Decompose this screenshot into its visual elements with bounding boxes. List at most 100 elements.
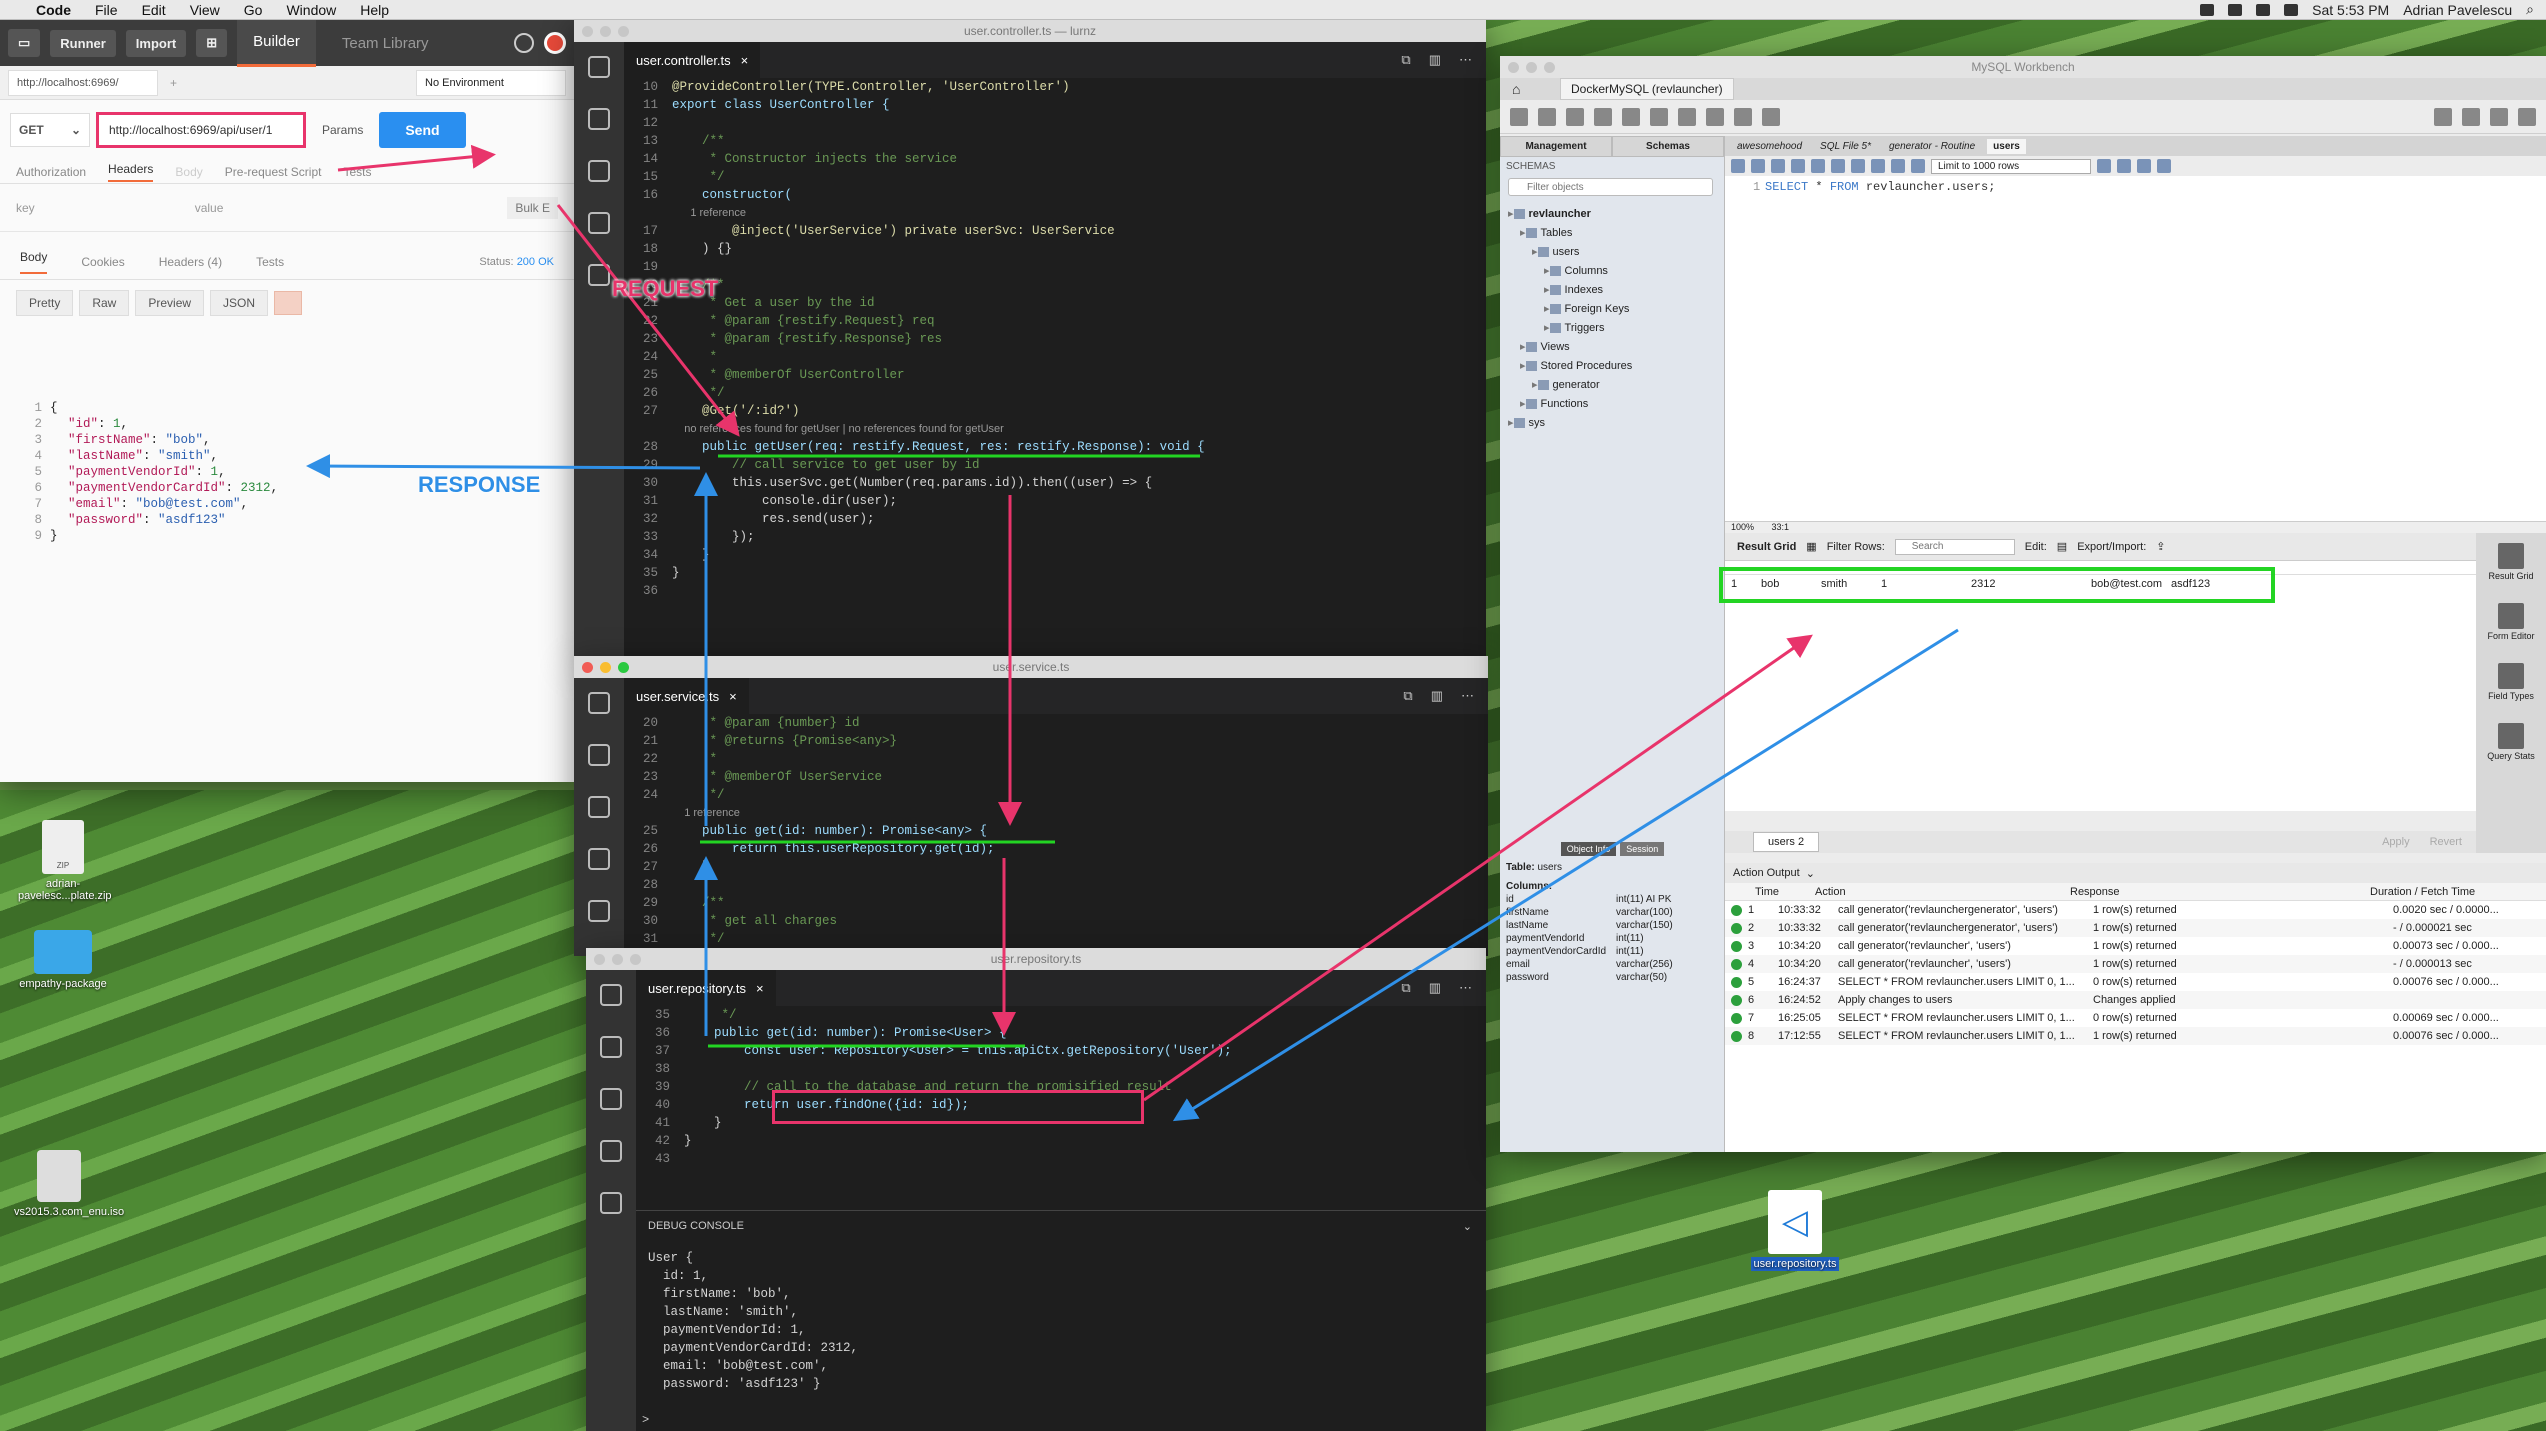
zoom-icon[interactable] xyxy=(1544,62,1555,73)
code-editor[interactable]: 10 @ProvideController(TYPE.Controller, 'U… xyxy=(624,78,1486,660)
debug-icon[interactable] xyxy=(588,848,610,870)
menu-view[interactable]: View xyxy=(178,2,232,18)
tab-body[interactable]: Body xyxy=(175,165,202,179)
table-search-icon[interactable] xyxy=(1734,107,1752,126)
minimize-icon[interactable] xyxy=(612,954,623,965)
chevron-down-icon[interactable]: ⌄ xyxy=(1806,867,1815,880)
zoom-icon[interactable] xyxy=(618,662,629,673)
search-icon[interactable]: ⌕ xyxy=(2526,1,2534,18)
desktop-icon-iso[interactable]: vs2015.3.com_enu.iso xyxy=(14,1150,124,1218)
stop-icon[interactable] xyxy=(1831,159,1845,173)
desktop-icon-folder[interactable]: empathy-package xyxy=(18,930,108,990)
zoom-icon[interactable] xyxy=(618,26,629,37)
tree-item[interactable]: ▸ Indexes xyxy=(1508,280,1716,299)
result-grid[interactable]: 1 bob smith 1 2312 bob@test.com asdf123 xyxy=(1719,561,2476,811)
toggle-error-icon[interactable] xyxy=(1851,159,1865,173)
status-icon[interactable] xyxy=(2256,3,2271,16)
code-editor[interactable]: 35 */36 public get(id: number): Promise<… xyxy=(636,1006,1486,1171)
revert-button[interactable]: Revert xyxy=(2430,836,2462,848)
tab-pre-request-script[interactable]: Pre-request Script xyxy=(225,165,322,179)
add-tab-icon[interactable]: + xyxy=(158,76,189,90)
tab-response-body[interactable]: Body xyxy=(20,250,48,274)
toggle-secondary-icon[interactable] xyxy=(2518,107,2536,126)
tab-cookies[interactable]: Cookies xyxy=(81,255,124,269)
preview-button[interactable]: Preview xyxy=(135,290,205,316)
search-icon[interactable] xyxy=(588,108,610,130)
output-row[interactable]: 3 10:34:20 call generator('revlauncher', '… xyxy=(1725,937,2546,955)
limit-select[interactable]: Limit to 1000 rows xyxy=(1931,158,2091,174)
tree-item[interactable]: ▸ Triggers xyxy=(1508,318,1716,337)
close-icon[interactable]: × xyxy=(729,689,737,704)
git-icon[interactable] xyxy=(588,160,610,182)
raw-button[interactable]: Raw xyxy=(79,290,130,316)
commit-icon[interactable] xyxy=(1871,159,1885,173)
filter-objects-input[interactable] xyxy=(1508,178,1713,196)
zoom-level[interactable]: 100% xyxy=(1731,522,1754,532)
tab-tests[interactable]: Tests xyxy=(343,165,371,179)
tree-item[interactable]: ▸ Tables xyxy=(1508,223,1716,242)
tree-item[interactable]: ▸ Views xyxy=(1508,337,1716,356)
find-icon[interactable] xyxy=(2117,159,2131,173)
tree-item[interactable]: ▸ revlauncher xyxy=(1508,204,1716,223)
code-editor[interactable]: 20 * @param {number} id 21 * @returns {Pr… xyxy=(624,714,1488,956)
beautify-icon[interactable] xyxy=(2097,159,2111,173)
interceptor-icon[interactable] xyxy=(544,32,566,54)
close-icon[interactable]: × xyxy=(756,981,764,996)
action-output-label[interactable]: Action Output xyxy=(1733,867,1800,879)
side-button[interactable]: Result Grid xyxy=(2488,543,2534,581)
schema-tree[interactable]: ▸ revlauncher ▸ Tables ▸ users ▸ Columns ▸ I… xyxy=(1500,198,1724,438)
more-icon[interactable]: ⋯ xyxy=(1459,980,1472,996)
filter-rows-input[interactable] xyxy=(1894,538,2015,555)
console-prompt[interactable]: > xyxy=(642,1413,649,1427)
save-icon[interactable] xyxy=(1751,159,1765,173)
reconnect-icon[interactable] xyxy=(1762,107,1780,126)
toggle-output-icon[interactable] xyxy=(2490,107,2508,126)
tree-item[interactable]: ▸ sys xyxy=(1508,413,1716,432)
output-row[interactable]: 5 16:24:37 SELECT * FROM revlauncher.users… xyxy=(1725,973,2546,991)
explain-icon[interactable] xyxy=(1811,159,1825,173)
close-icon[interactable] xyxy=(582,662,593,673)
rollback-icon[interactable] xyxy=(1891,159,1905,173)
url-input[interactable]: http://localhost:6969/api/user/1 xyxy=(96,112,306,148)
tab-authorization[interactable]: Authorization xyxy=(16,165,86,179)
output-row[interactable]: 4 10:34:20 call generator('revlauncher', '… xyxy=(1725,955,2546,973)
pretty-button[interactable]: Pretty xyxy=(16,290,74,316)
close-icon[interactable] xyxy=(594,954,605,965)
open-sql-icon[interactable] xyxy=(1538,107,1556,126)
minimize-icon[interactable] xyxy=(1526,62,1537,73)
open-changes-icon[interactable]: ⧉ xyxy=(1401,980,1410,996)
debug-icon[interactable] xyxy=(600,1140,622,1162)
send-button[interactable]: Send xyxy=(379,112,466,148)
edit-row-icon[interactable]: ▤ xyxy=(2057,540,2067,553)
tree-item[interactable]: ▸ Functions xyxy=(1508,394,1716,413)
wrap-icon[interactable] xyxy=(274,291,303,315)
desktop-icon-ts[interactable]: ◁ user.repository.ts xyxy=(1740,1190,1850,1271)
user-name[interactable]: Adrian Pavelescu xyxy=(2403,2,2512,18)
tab-management[interactable]: Management xyxy=(1500,136,1612,157)
output-row[interactable]: 7 16:25:05 SELECT * FROM revlauncher.users… xyxy=(1725,1009,2546,1027)
split-editor-icon[interactable]: ▥ xyxy=(1429,980,1441,996)
split-editor-icon[interactable]: ▥ xyxy=(1429,52,1441,68)
debug-icon[interactable] xyxy=(588,212,610,234)
clock[interactable]: Sat 5:53 PM xyxy=(2312,2,2389,18)
open-file-icon[interactable] xyxy=(1731,159,1745,173)
explorer-icon[interactable] xyxy=(588,56,610,78)
tab-response-tests[interactable]: Tests xyxy=(256,255,284,269)
close-icon[interactable]: × xyxy=(741,53,749,68)
tree-item[interactable]: ▸ users xyxy=(1508,242,1716,261)
chevron-down-icon[interactable]: ⌄ xyxy=(1463,1220,1486,1233)
autocommit-icon[interactable] xyxy=(1911,159,1925,173)
create-view-icon[interactable] xyxy=(1650,107,1668,126)
sync-icon[interactable] xyxy=(514,33,534,53)
grid-icon[interactable]: ▦ xyxy=(1806,540,1816,553)
new-window-icon[interactable]: ⊞ xyxy=(196,29,228,57)
git-icon[interactable] xyxy=(588,796,610,818)
tab-team-library[interactable]: Team Library xyxy=(326,21,445,66)
menu-help[interactable]: Help xyxy=(348,2,401,18)
tab-file[interactable]: user.repository.ts × xyxy=(636,970,776,1006)
side-button[interactable]: Form Editor xyxy=(2487,603,2535,641)
apply-button[interactable]: Apply xyxy=(2382,836,2410,848)
environment-select[interactable]: No Environment xyxy=(416,69,566,96)
zoom-icon[interactable] xyxy=(630,954,641,965)
bulk-edit-button[interactable]: Bulk E xyxy=(507,196,558,219)
